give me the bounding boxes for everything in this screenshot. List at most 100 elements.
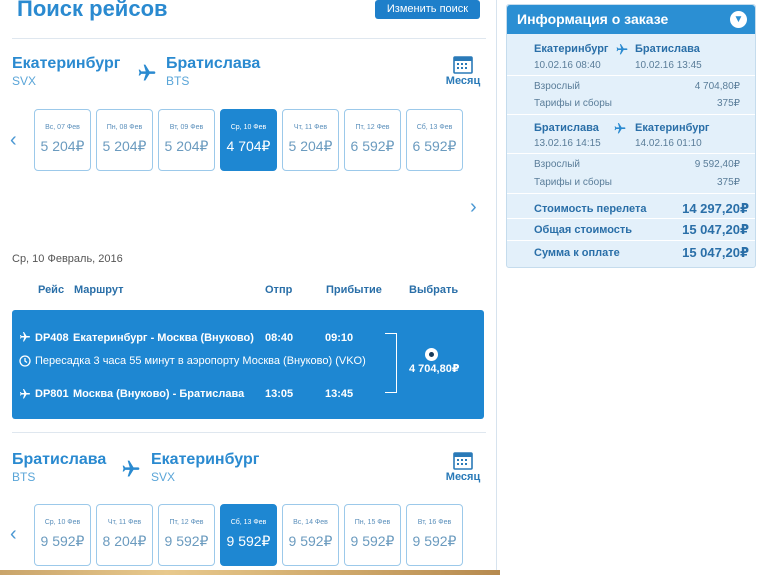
flight-cost-label: Стоимость перелета [534, 203, 647, 215]
col-flight: Рейс [38, 284, 65, 296]
leg2-arrival: 14.02.16 01:10 [635, 138, 702, 149]
origin-city: Екатеринбург [12, 55, 121, 72]
month-label: Месяц [445, 471, 481, 483]
date-option-label: Вс, 07 Фев [45, 124, 80, 131]
prev-dates-arrow[interactable]: ‹ [10, 524, 17, 544]
leg1-arrival: 10.02.16 13:45 [635, 60, 702, 71]
date-option[interactable]: Ср, 10 Фев 9 592₽ [34, 504, 91, 566]
departure-time: 08:40 [265, 332, 294, 344]
select-flight-radio[interactable] [425, 348, 438, 361]
plane-icon [20, 389, 30, 399]
date-option-label: Чт, 11 Фев [293, 124, 328, 131]
change-search-button[interactable]: Изменить поиск [375, 0, 480, 19]
segment-bracket [385, 333, 397, 393]
leg2-fees-label: Тарифы и сборы [534, 177, 612, 188]
divider [507, 240, 755, 241]
outbound-date-strip: Вс, 07 Фев 5 204₽ Пн, 08 Фев 5 204₽ Вт, 09 Ф… [34, 109, 463, 171]
leg2-fees-value: 375₽ [716, 177, 740, 188]
leg2-to: Екатеринбург [635, 122, 710, 134]
plane-icon [20, 332, 30, 342]
plane-icon [616, 44, 628, 55]
col-arrive: Прибытие [326, 284, 382, 296]
date-option[interactable]: Ср, 10 Фев 4 704₽ [220, 109, 277, 171]
inbound-date-strip: Ср, 10 Фев 9 592₽ Чт, 11 Фев 8 204₽ Пт, 12 Ф… [34, 504, 463, 566]
total-cost-label: Общая стоимость [534, 224, 633, 236]
inbound-origin: Братислава BTS [12, 451, 106, 484]
date-option-price: 9 592₽ [350, 533, 395, 549]
chevron-down-icon[interactable]: ▼ [730, 11, 747, 28]
plane-icon [614, 123, 626, 134]
date-option-price: 9 592₽ [288, 533, 333, 549]
origin-city: Братислава [12, 451, 107, 468]
total-cost-value: 15 047,20₽ [682, 222, 749, 237]
date-option[interactable]: Пн, 15 Фев 9 592₽ [344, 504, 401, 566]
order-summary-title: Информация о заказе [517, 11, 669, 27]
arrival-time: 13:45 [325, 388, 354, 400]
date-option[interactable]: Вт, 16 Фев 9 592₽ [406, 504, 463, 566]
date-option-price: 9 592₽ [412, 533, 457, 549]
date-option[interactable]: Сб, 13 Фев 9 592₽ [220, 504, 277, 566]
date-option-label: Вт, 09 Фев [169, 124, 204, 131]
prev-dates-arrow[interactable]: ‹ [10, 130, 17, 150]
departure-time: 13:05 [265, 388, 294, 400]
order-summary: Информация о заказе ▼ Екатеринбург Брати… [506, 4, 756, 268]
date-option-label: Пт, 12 Фев [355, 124, 390, 131]
plane-icon [138, 64, 156, 81]
month-view-button[interactable]: Месяц [443, 54, 483, 87]
divider [507, 153, 755, 154]
date-option[interactable]: Вт, 09 Фев 5 204₽ [158, 109, 215, 171]
search-panel: Поиск рейсов Изменить поиск Екатеринбург… [0, 0, 497, 575]
destination-code: BTS [166, 74, 190, 88]
date-option-label: Чт, 11 Фев [107, 519, 142, 526]
leg1-fees-value: 375₽ [716, 98, 740, 109]
divider [507, 193, 755, 194]
flight-route: Москва (Внуково) - Братислава [73, 388, 245, 400]
date-option-label: Вс, 14 Фев [293, 519, 328, 526]
month-label: Месяц [445, 75, 481, 87]
date-option-price: 6 592₽ [412, 138, 457, 154]
leg1-to: Братислава [635, 43, 700, 55]
date-option-label: Ср, 10 Фев [230, 124, 267, 131]
payment-amount-value: 15 047,20₽ [682, 245, 749, 260]
date-option[interactable]: Пт, 12 Фев 9 592₽ [158, 504, 215, 566]
divider [507, 75, 755, 76]
inbound-destination: Екатеринбург SVX [151, 451, 259, 484]
date-option-label: Ср, 10 Фев [44, 519, 81, 526]
date-option[interactable]: Пт, 12 Фев 6 592₽ [344, 109, 401, 171]
leg2-adult-label: Взрослый [534, 159, 580, 170]
destination-city: Братислава [166, 55, 261, 72]
order-summary-header[interactable]: Информация о заказе ▼ [507, 5, 755, 34]
divider [12, 38, 486, 39]
flight-option[interactable]: DP408 Екатеринбург - Москва (Внуково) 08… [12, 310, 484, 419]
next-dates-arrow[interactable]: › [470, 197, 477, 217]
leg2-adult-value: 9 592,40₽ [694, 159, 740, 170]
month-view-button[interactable]: Месяц [443, 450, 483, 483]
plane-icon [122, 460, 140, 477]
date-option-price: 5 204₽ [102, 138, 147, 154]
clock-icon [19, 355, 31, 367]
destination-code: SVX [151, 470, 176, 484]
col-select: Выбрать [409, 284, 459, 296]
divider [12, 432, 486, 433]
flight-price: 4 704,80₽ [409, 363, 460, 375]
leg1-adult-label: Взрослый [534, 81, 580, 92]
date-option[interactable]: Чт, 11 Фев 8 204₽ [96, 504, 153, 566]
flight-route: Екатеринбург - Москва (Внуково) [73, 332, 254, 344]
origin-code: BTS [12, 470, 36, 484]
date-option[interactable]: Вс, 14 Фев 9 592₽ [282, 504, 339, 566]
flight-number: DP408 [35, 332, 69, 344]
flight-cost-value: 14 297,20₽ [682, 201, 749, 216]
date-option[interactable]: Сб, 13 Фев 6 592₽ [406, 109, 463, 171]
col-depart: Отпр [265, 284, 293, 296]
date-option[interactable]: Чт, 11 Фев 5 204₽ [282, 109, 339, 171]
date-option[interactable]: Пн, 08 Фев 5 204₽ [96, 109, 153, 171]
date-option[interactable]: Вс, 07 Фев 5 204₽ [34, 109, 91, 171]
date-option-price: 9 592₽ [226, 533, 271, 549]
date-option-price: 8 204₽ [102, 533, 147, 549]
outbound-origin: Екатеринбург SVX [12, 55, 120, 88]
leg1-from: Екатеринбург [534, 43, 609, 55]
destination-city: Екатеринбург [151, 451, 260, 468]
selected-date: Ср, 10 Февраль, 2016 [12, 253, 123, 265]
date-option-label: Пн, 08 Фев [106, 124, 143, 131]
date-option-price: 5 204₽ [288, 138, 333, 154]
